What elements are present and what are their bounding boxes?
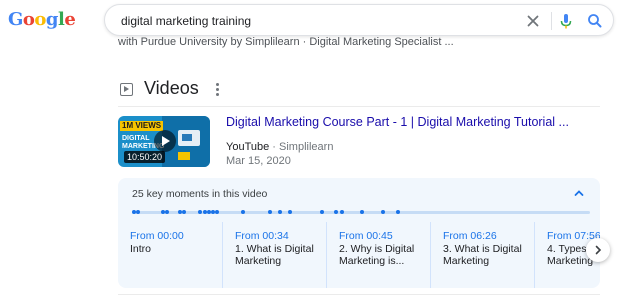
video-title-link[interactable]: Digital Marketing Course Part - 1 | Digi…	[226, 115, 569, 129]
video-channel: Simplilearn	[279, 141, 334, 153]
search-icon[interactable]	[585, 11, 605, 31]
key-moments-list: From 00:00 Intro From 00:34 1. What is D…	[118, 222, 600, 288]
moment-marker[interactable]	[320, 210, 324, 214]
logo-letter: o	[22, 9, 35, 30]
moment-marker[interactable]	[198, 210, 202, 214]
search-header: Google	[0, 0, 624, 40]
moment-label: Intro	[130, 243, 152, 255]
close-icon[interactable]	[523, 11, 543, 31]
videos-heading: Videos	[144, 78, 199, 98]
key-moment-item[interactable]: From 00:45 2. Why is Digital Marketing i…	[326, 222, 430, 288]
moment-marker[interactable]	[278, 210, 282, 214]
moment-time: From 06:26	[443, 230, 497, 242]
logo-letter: e	[64, 9, 76, 30]
laptop-icon	[178, 130, 200, 146]
thumbnail-tag	[178, 152, 190, 160]
key-moment-item[interactable]: From 06:26 3. What is Digital Marketing	[430, 222, 534, 288]
moment-marker[interactable]	[136, 210, 140, 214]
logo-letter: g	[45, 9, 59, 30]
moment-label: 1. What is Digital Marketing	[235, 243, 314, 267]
search-input[interactable]	[121, 12, 501, 30]
video-play-icon	[120, 83, 133, 96]
moment-marker[interactable]	[288, 210, 292, 214]
chevron-right-icon	[595, 245, 602, 255]
key-moments-panel: 25 key moments in this video From 00:00 …	[118, 178, 600, 288]
thumbnail-badge: 1M VIEWS	[120, 121, 164, 131]
key-moment-item[interactable]: From 00:34 1. What is Digital Marketing	[222, 222, 326, 288]
moment-marker[interactable]	[182, 210, 186, 214]
moment-marker[interactable]	[360, 210, 364, 214]
key-moment-item[interactable]: From 00:00 Intro	[118, 222, 222, 288]
moment-label: 2. Why is Digital Marketing is...	[339, 243, 415, 267]
moment-marker[interactable]	[268, 210, 272, 214]
separator: ·	[272, 141, 276, 153]
key-moments-timeline[interactable]	[132, 210, 590, 214]
moment-time: From 00:45	[339, 230, 393, 242]
moment-marker[interactable]	[241, 210, 245, 214]
video-platform: YouTube	[226, 141, 270, 153]
video-thumbnail[interactable]: 1M VIEWS DIGITAL MARKETING 10:50:20	[118, 116, 210, 167]
divider	[118, 106, 600, 107]
microphone-icon[interactable]	[556, 11, 576, 31]
videos-section-header: Videos	[118, 78, 600, 102]
divider	[118, 294, 600, 295]
google-doodle-logo[interactable]: Google	[6, 6, 76, 34]
logo-letter: o	[34, 9, 46, 30]
moment-marker[interactable]	[396, 210, 400, 214]
video-date: Mar 15, 2020	[226, 155, 291, 167]
video-source: YouTube · Simplilearn	[226, 141, 333, 153]
moment-marker[interactable]	[215, 210, 219, 214]
play-icon[interactable]	[154, 130, 176, 152]
moment-time: From 00:00	[130, 230, 184, 242]
moment-marker[interactable]	[165, 210, 169, 214]
video-duration: 10:50:20	[124, 151, 166, 163]
moment-marker[interactable]	[381, 210, 385, 214]
key-moments-header[interactable]: 25 key moments in this video	[132, 188, 267, 200]
previous-result-snippet: with Purdue University by Simplilearn · …	[118, 36, 454, 48]
moment-label: 3. What is Digital Marketing	[443, 243, 522, 267]
next-moments-button[interactable]	[586, 238, 610, 262]
search-box-divider	[551, 12, 552, 30]
logo-text: Google	[8, 9, 76, 30]
moment-time: From 00:34	[235, 230, 289, 242]
logo-letter: G	[8, 9, 23, 30]
moment-marker[interactable]	[340, 210, 344, 214]
search-box	[104, 4, 614, 36]
more-vert-icon[interactable]	[214, 82, 220, 98]
chevron-up-icon[interactable]	[572, 186, 586, 200]
moment-marker[interactable]	[334, 210, 338, 214]
